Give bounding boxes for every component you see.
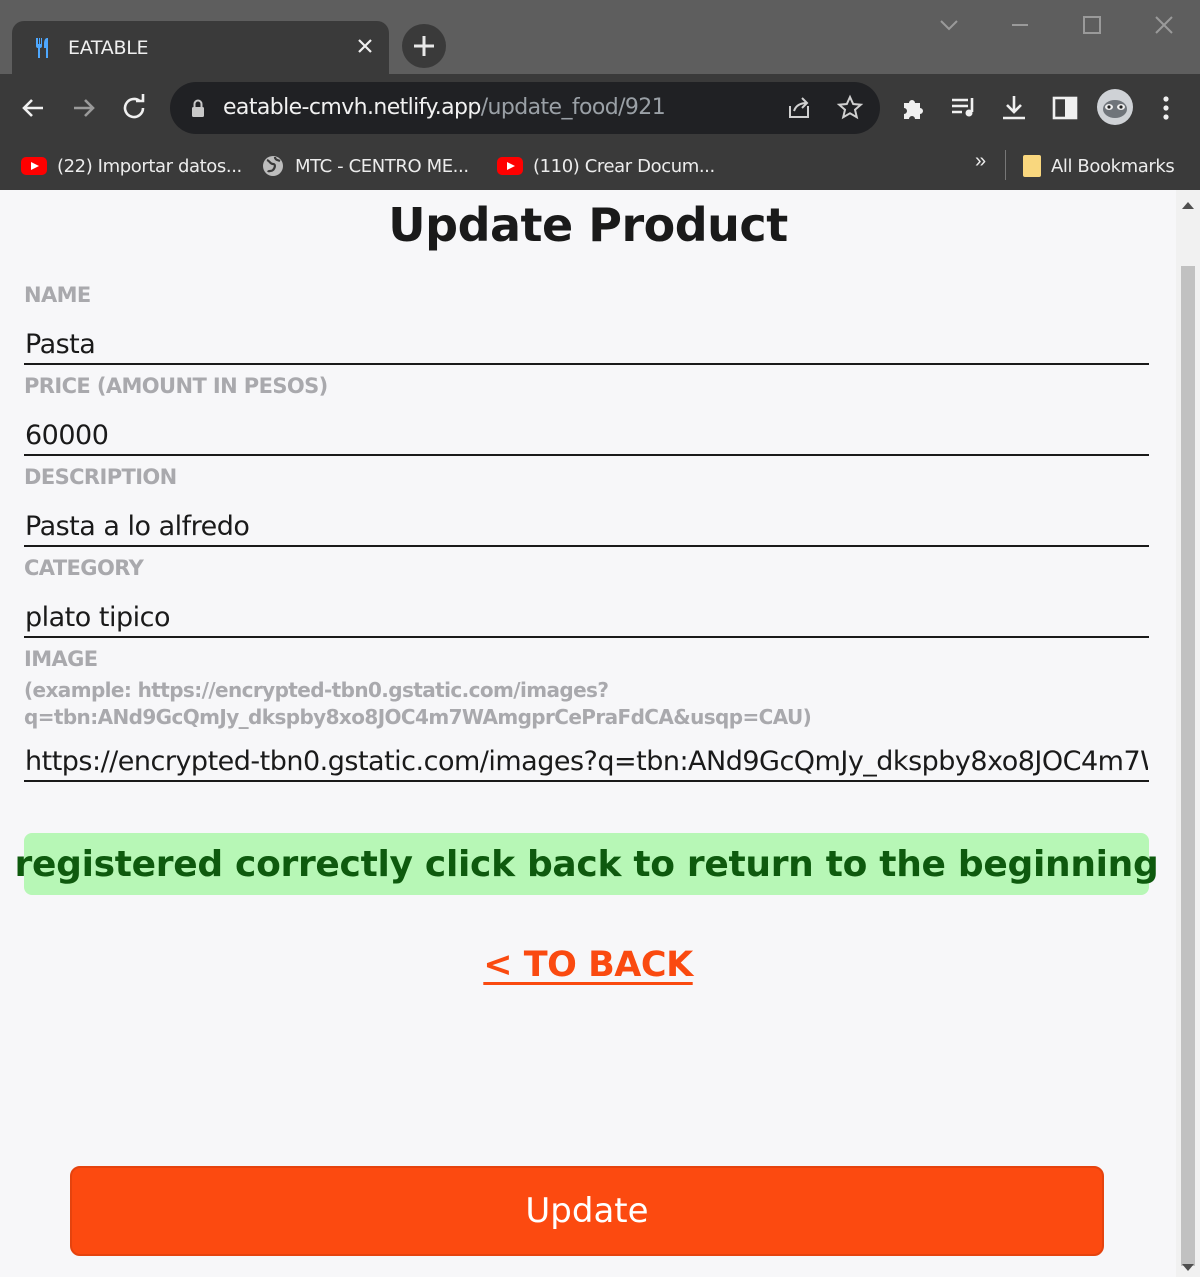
more-bookmarks-chevron[interactable]: » — [975, 150, 986, 173]
all-bookmarks-label: All Bookmarks — [1051, 155, 1175, 177]
side-panel-icon[interactable] — [1049, 92, 1081, 124]
category-label: CATEGORY — [24, 556, 144, 580]
category-input[interactable] — [24, 598, 1149, 638]
image-hint-line-1: (example: https://encrypted-tbn0.gstatic… — [24, 678, 609, 702]
youtube-icon — [21, 157, 47, 175]
url-path: /update_food/921 — [480, 95, 666, 120]
media-playlist-icon[interactable] — [948, 92, 980, 124]
success-message-banner: registered correctly click back to retur… — [15, 833, 1159, 895]
page-content: Update Product NAME PRICE (AMOUNT IN PES… — [0, 190, 1176, 1277]
back-link[interactable]: < TO BACK — [483, 945, 693, 985]
bookmarks-divider — [1005, 150, 1006, 180]
image-hint-line-2: q=tbn:ANd9GcQmJy_dkspby8xo8JOC4m7WAmgprC… — [24, 705, 812, 729]
success-message-text: registered correctly click back to retur… — [14, 843, 1159, 885]
tab-search-chevron-icon[interactable] — [934, 10, 964, 40]
minimize-icon[interactable] — [1005, 10, 1035, 40]
forward-arrow-icon[interactable] — [68, 92, 100, 124]
description-label: DESCRIPTION — [24, 465, 177, 489]
fork-knife-icon — [36, 38, 48, 58]
page-title: Update Product — [388, 198, 788, 252]
folder-icon — [1023, 155, 1041, 177]
price-label: PRICE (AMOUNT IN PESOS) — [24, 374, 328, 398]
close-icon[interactable] — [355, 36, 375, 56]
lock-icon[interactable] — [190, 99, 206, 117]
youtube-icon — [497, 157, 523, 175]
url-host: eatable-cmvh.netlify.app — [223, 95, 481, 120]
extensions-puzzle-icon[interactable] — [898, 92, 930, 124]
page-scrollbar[interactable] — [1176, 190, 1200, 1277]
scroll-down-arrow-icon[interactable] — [1182, 1264, 1194, 1271]
bookmark-item-3[interactable]: (110) Crear Docum... — [497, 150, 715, 182]
bookmark-star-icon[interactable] — [836, 94, 864, 122]
address-bar[interactable]: eatable-cmvh.netlify.app/update_food/921 — [170, 82, 880, 134]
url-text[interactable]: eatable-cmvh.netlify.app/update_food/921 — [223, 95, 666, 120]
menu-kebab-icon[interactable] — [1150, 92, 1182, 124]
update-button[interactable]: Update — [70, 1166, 1104, 1256]
scroll-up-arrow-icon[interactable] — [1182, 202, 1194, 209]
image-label: IMAGE — [24, 647, 98, 671]
globe-icon — [263, 156, 283, 176]
scrollbar-thumb[interactable] — [1181, 266, 1195, 1266]
bookmark-item-2[interactable]: MTC - CENTRO ME... — [261, 150, 469, 182]
bookmarks-bar: (22) Importar datos... MTC - CENTRO ME..… — [0, 142, 1200, 190]
tab-strip: EATABLE — [0, 0, 1200, 74]
browser-toolbar: eatable-cmvh.netlify.app/update_food/921 — [0, 74, 1200, 142]
price-input[interactable] — [24, 416, 1149, 456]
name-input[interactable] — [24, 325, 1149, 365]
description-input[interactable] — [24, 507, 1149, 547]
maximize-icon[interactable] — [1077, 10, 1107, 40]
close-window-icon[interactable] — [1149, 10, 1179, 40]
profile-avatar-icon[interactable] — [1096, 88, 1134, 126]
browser-tab[interactable]: EATABLE — [12, 21, 389, 74]
bookmark-label: MTC - CENTRO ME... — [295, 155, 469, 177]
share-icon[interactable] — [785, 94, 813, 122]
back-link-wrapper: < TO BACK — [0, 945, 1176, 985]
plus-icon — [414, 36, 434, 56]
image-url-input[interactable] — [24, 742, 1149, 782]
name-label: NAME — [24, 283, 91, 307]
bookmark-label: (110) Crear Docum... — [533, 155, 715, 177]
tab-title: EATABLE — [68, 37, 149, 59]
all-bookmarks-button[interactable]: All Bookmarks — [1023, 150, 1175, 182]
bookmark-item-1[interactable]: (22) Importar datos... — [21, 150, 242, 182]
back-arrow-icon[interactable] — [17, 92, 49, 124]
bookmark-label: (22) Importar datos... — [57, 155, 242, 177]
download-icon[interactable] — [998, 92, 1030, 124]
reload-icon[interactable] — [118, 92, 150, 124]
new-tab-button[interactable] — [402, 24, 446, 68]
